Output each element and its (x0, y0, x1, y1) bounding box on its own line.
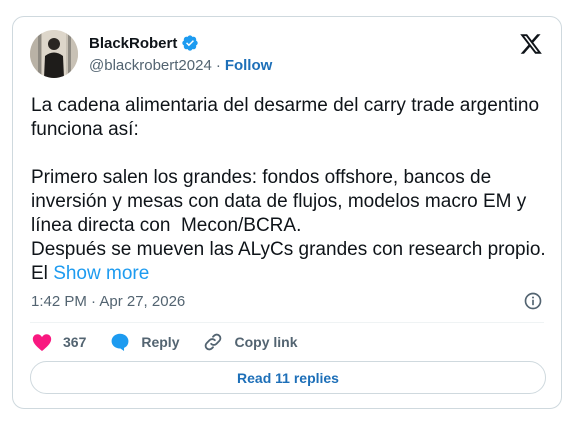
show-more-link[interactable]: Show more (53, 263, 149, 284)
reply-label: Reply (141, 334, 180, 350)
copy-link-button[interactable]: Copy link (202, 331, 298, 353)
action-bar: 367 Reply Copy link (31, 331, 321, 353)
tweet-timestamp[interactable]: 1:42 PM · Apr 27, 2026 (31, 293, 185, 310)
separator-dot: · (215, 57, 221, 74)
tweet-body: La cadena alimentaria del desarme del ca… (31, 95, 546, 284)
avatar[interactable] (30, 30, 78, 78)
author-name-row: BlackRobert (89, 34, 199, 52)
x-logo-icon[interactable] (519, 32, 543, 56)
link-icon (202, 331, 224, 353)
author-display-name[interactable]: BlackRobert (89, 35, 177, 52)
like-count: 367 (63, 334, 87, 350)
reply-button[interactable]: Reply (109, 331, 179, 353)
reply-bubble-icon (109, 331, 131, 353)
copy-link-label: Copy link (234, 334, 298, 350)
heart-icon (31, 331, 53, 353)
verified-badge-icon (181, 34, 199, 52)
avatar-image (30, 30, 78, 78)
like-button[interactable]: 367 (31, 331, 86, 353)
read-replies-button[interactable]: Read 11 replies (30, 361, 546, 394)
author-handle-row: @blackrobert2024 · Follow (89, 57, 272, 74)
follow-button[interactable]: Follow (225, 57, 273, 74)
tweet-text: La cadena alimentaria del desarme del ca… (31, 94, 551, 286)
tweet-card: BlackRobert @blackrobert2024 · Follow La… (12, 16, 562, 409)
author-handle[interactable]: @blackrobert2024 (89, 57, 212, 74)
info-icon[interactable] (523, 291, 543, 311)
divider (30, 322, 544, 323)
